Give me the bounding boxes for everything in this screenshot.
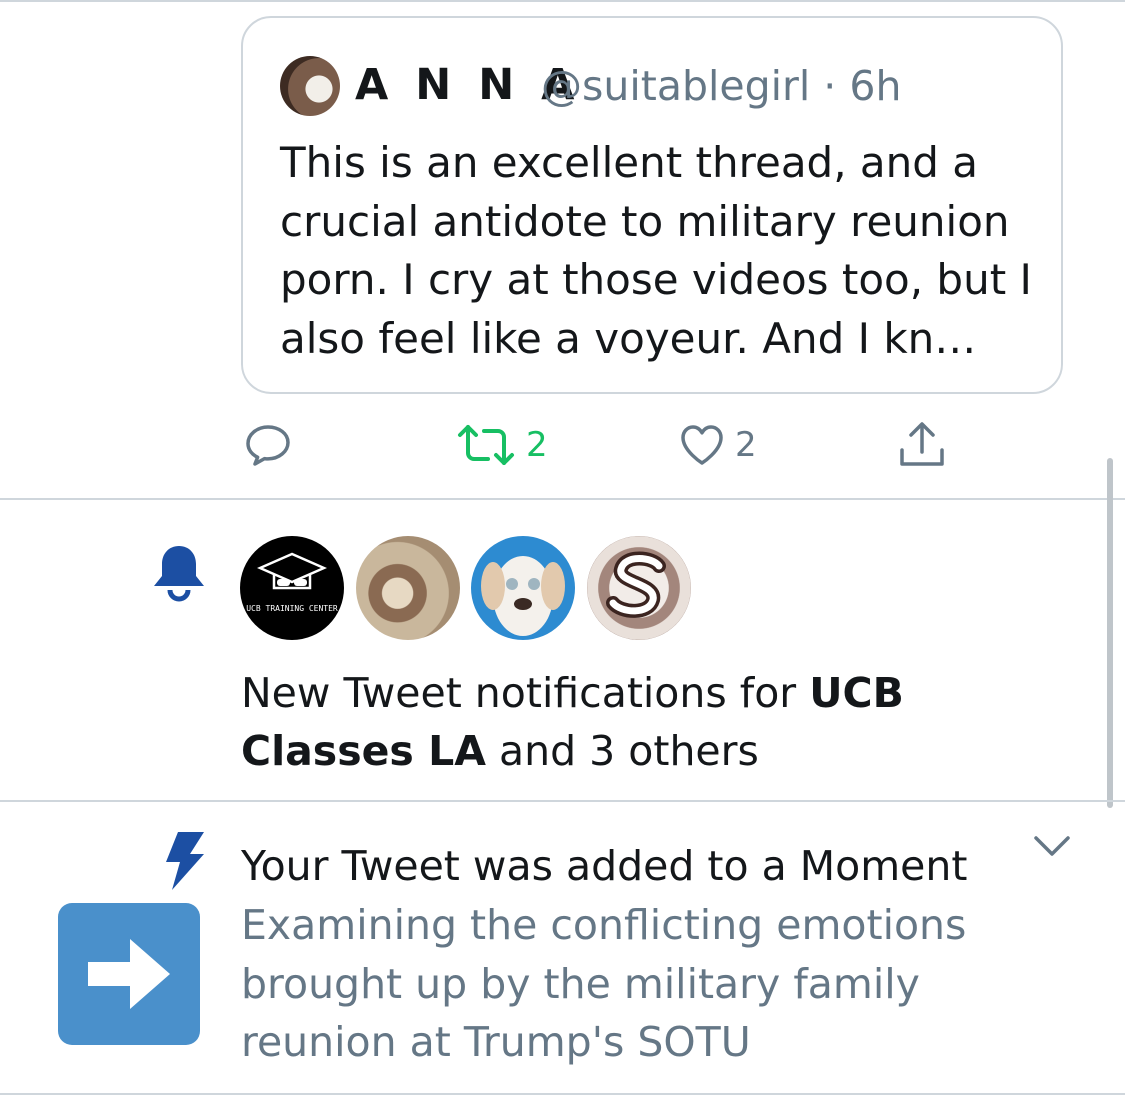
quoted-tweet-time: 6h [849, 62, 902, 110]
quoted-tweet-handle: @suitablegirl · 6h [541, 62, 902, 110]
scrollbar[interactable] [1107, 458, 1113, 808]
arrow-right-icon [88, 939, 170, 1009]
lightning-icon [166, 832, 204, 890]
moment-title[interactable]: Your Tweet was added to a Moment [241, 837, 967, 895]
reply-icon [246, 425, 290, 466]
quoted-tweet-text: This is an excellent thread, and a cruci… [280, 138, 1032, 363]
retweet-button[interactable]: 2 [456, 418, 548, 472]
divider [0, 498, 1125, 500]
notification-text[interactable]: New Tweet notifications for UCB Classes … [241, 664, 1001, 780]
retweet-count: 2 [526, 425, 548, 465]
like-button[interactable]: 2 [679, 418, 757, 472]
s-logo-avatar[interactable] [587, 536, 691, 640]
divider [0, 800, 1125, 802]
painting-avatar[interactable] [356, 536, 460, 640]
bottom-divider [0, 1093, 1125, 1095]
heart-icon [681, 425, 723, 465]
dog-avatar[interactable] [471, 536, 575, 640]
chevron-down-icon[interactable] [1033, 834, 1071, 858]
like-count: 2 [735, 425, 757, 465]
reply-button[interactable] [244, 418, 292, 472]
quoted-tweet-avatar[interactable] [280, 56, 340, 116]
top-divider [0, 0, 1125, 2]
share-icon [900, 422, 944, 466]
moment-description[interactable]: Examining the conflicting emotions broug… [241, 896, 1031, 1072]
moment-thumbnail[interactable] [58, 903, 200, 1045]
quoted-tweet-card[interactable]: A N N A @suitablegirl · 6h This is an ex… [241, 16, 1063, 394]
ucb-avatar-text: UCB TRAINING CENTER [246, 604, 338, 613]
share-button[interactable] [898, 418, 946, 472]
ucb-training-center-avatar[interactable]: UCB TRAINING CENTER [240, 536, 344, 640]
bell-icon [154, 546, 204, 602]
retweet-icon [458, 425, 514, 465]
